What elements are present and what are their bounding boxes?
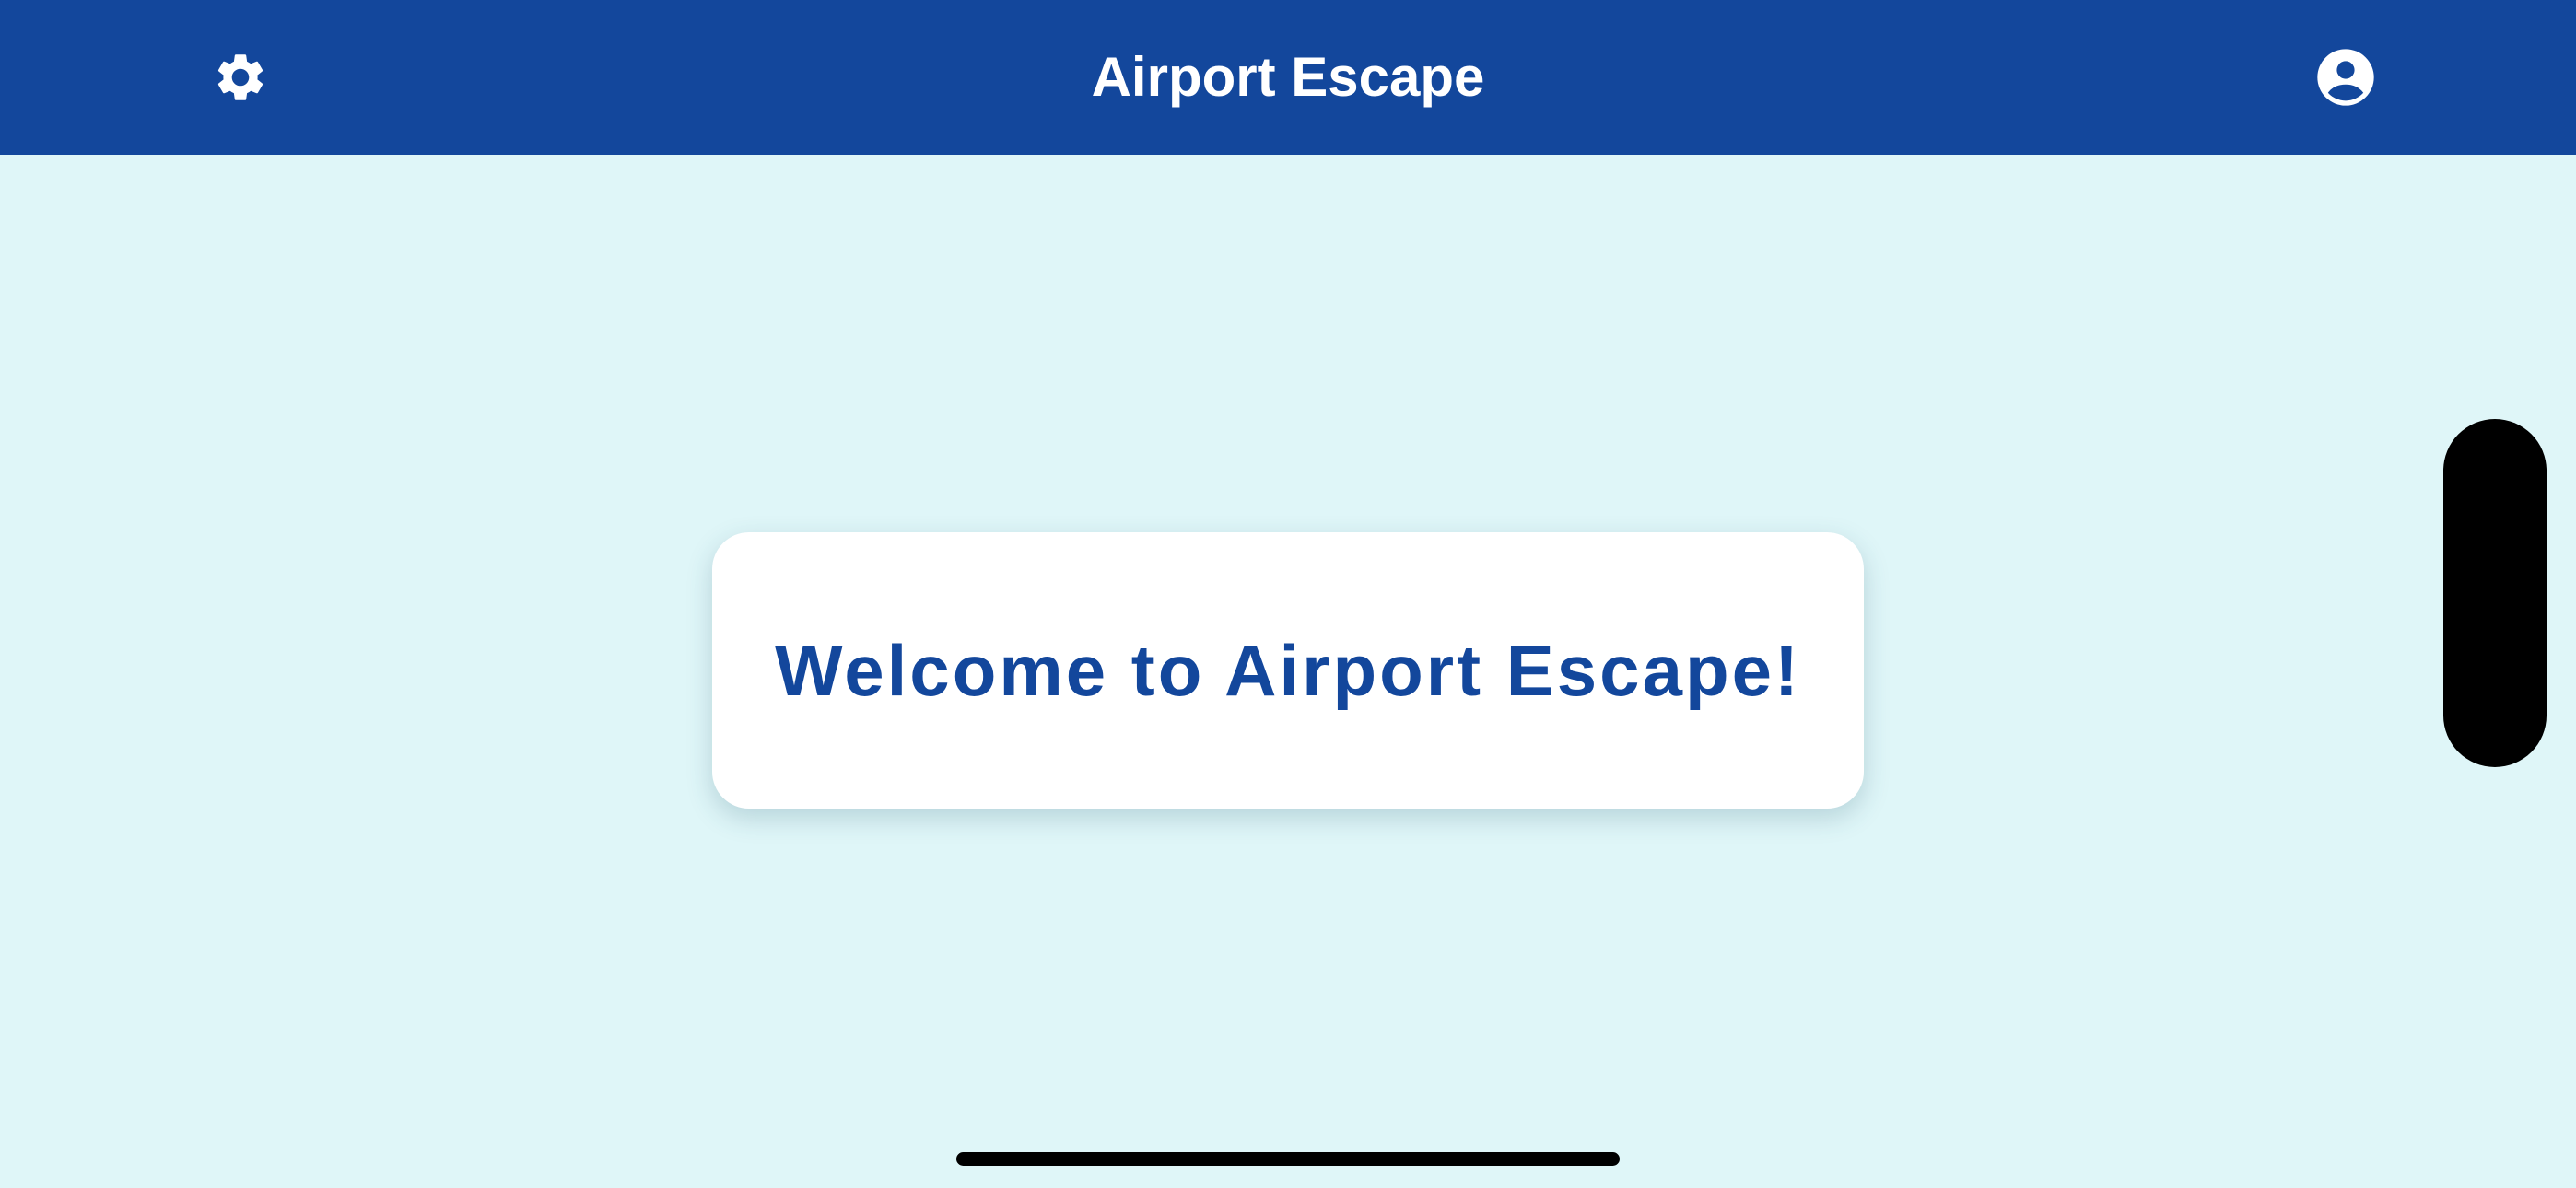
user-circle-icon [2317,49,2374,106]
welcome-message: Welcome to Airport Escape! [775,629,1801,711]
profile-button[interactable] [2315,47,2376,108]
top-bar: Airport Escape [0,0,2576,155]
app-screen: Airport Escape Welcome to Airport Escape… [0,0,2576,1188]
home-indicator[interactable] [956,1152,1620,1166]
app-title: Airport Escape [1091,46,1485,108]
welcome-card: Welcome to Airport Escape! [712,532,1864,809]
side-handle[interactable] [2443,419,2547,767]
